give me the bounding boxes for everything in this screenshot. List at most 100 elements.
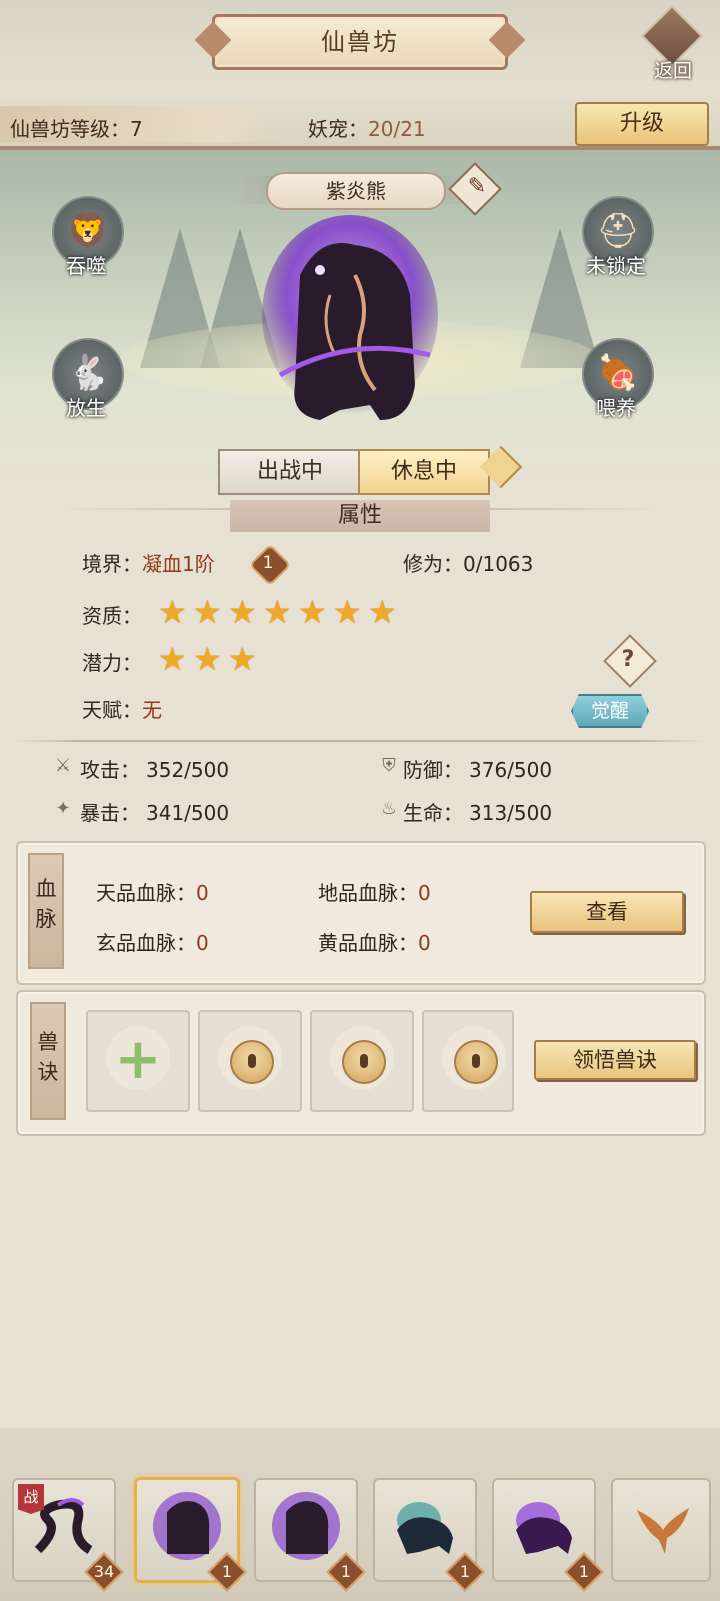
release-label: 放生 (66, 396, 106, 420)
realm-label: 境界： (82, 552, 142, 576)
skill-slot-locked[interactable] (198, 1010, 302, 1112)
pet-card-bear[interactable]: 1 (254, 1478, 366, 1592)
defense-row: 防御： 376/500 (403, 754, 552, 783)
mystic-bloodline: 玄品血脉：0 (96, 927, 209, 956)
lock-hole (472, 1054, 480, 1068)
upgrade-button[interactable]: 升级 (575, 102, 709, 146)
battle-status-toggle: 出战中 休息中 (218, 445, 523, 495)
life-row: 生命： 313/500 (403, 797, 552, 826)
crit-row: 暴击： 341/500 (80, 797, 229, 826)
pet-level: 1 (221, 1562, 233, 1581)
star-icon: ★ (368, 593, 397, 631)
earth-label: 地品血脉： (318, 881, 418, 905)
mystic-value: 0 (196, 931, 209, 955)
realm-value: 凝血1阶 (142, 552, 215, 576)
cultivation-value: 0/1063 (463, 552, 534, 576)
star-icon: ★ (193, 593, 222, 631)
pet-level-badge: 1 (207, 1552, 247, 1592)
battle-tag: 战 (18, 1484, 44, 1514)
bloodline-section-label: 血 脉 (28, 853, 64, 969)
talent-row: 天赋：无 (82, 694, 162, 723)
life-label: 生命： (403, 801, 463, 825)
bloodline-panel: 血 脉 天品血脉：0 地品血脉：0 玄品血脉：0 黄品血脉：0 查看 (16, 841, 706, 985)
bloodline-char-1: 血 (35, 877, 57, 901)
talent-value: 无 (142, 698, 162, 722)
skills-char-2: 诀 (37, 1060, 59, 1084)
attack-value: 352/500 (146, 758, 230, 782)
pet-card-snake[interactable]: 战 34 (12, 1478, 124, 1592)
stats-divider (14, 740, 704, 742)
devour-button[interactable]: 🦁 吞噬 (46, 196, 126, 286)
defense-label: 防御： (403, 758, 463, 782)
skill-slot-locked[interactable] (310, 1010, 414, 1112)
attack-row: 攻击： 352/500 (80, 754, 229, 783)
life-icon: ♨ (380, 798, 398, 819)
pet-count-value: 20/21 (368, 117, 426, 141)
heaven-value: 0 (196, 881, 209, 905)
star-icon: ★ (158, 640, 187, 678)
purple-bear-image (272, 1492, 340, 1560)
realm-row: 境界：凝血1阶 (82, 548, 215, 577)
star-icon: ★ (333, 593, 362, 631)
blue-lion-image (397, 1502, 453, 1554)
pet-card-eagle[interactable] (611, 1478, 711, 1582)
yellow-label: 黄品血脉： (318, 931, 418, 955)
release-button[interactable]: 🐇 放生 (46, 338, 126, 428)
devour-label: 吞噬 (66, 254, 106, 278)
feed-label: 喂养 (596, 396, 636, 420)
cultivation-label: 修为： (403, 552, 463, 576)
lock-button[interactable]: ⛑ 未锁定 (576, 196, 656, 286)
pet-level-badge: 1 (445, 1552, 485, 1592)
lock-label: 未锁定 (586, 254, 646, 278)
pet-count: 妖宠：20/21 (308, 113, 426, 142)
earth-bloodline: 地品血脉：0 (318, 877, 431, 906)
lock-icon (454, 1040, 498, 1084)
level-info: 仙兽坊等级：7 (10, 113, 143, 142)
pet-card-bear-selected[interactable]: 1 (134, 1477, 247, 1592)
question-icon: ? (621, 647, 635, 672)
attack-label: 攻击： (80, 758, 140, 782)
page-title: 仙兽坊 (212, 14, 508, 70)
skills-section-label: 兽 诀 (30, 1002, 66, 1120)
view-bloodline-button[interactable]: 查看 (530, 891, 684, 933)
star-icon: ★ (228, 593, 257, 631)
earth-value: 0 (418, 881, 431, 905)
level-value: 7 (130, 117, 143, 141)
lock-icon (342, 1040, 386, 1084)
pet-level: 34 (93, 1562, 115, 1581)
lock-hole (360, 1054, 368, 1068)
back-button[interactable]: 返回 (640, 4, 706, 82)
skill-slot-add[interactable]: + (86, 1010, 190, 1112)
comprehend-skill-button[interactable]: 领悟兽诀 (534, 1040, 696, 1080)
crit-label: 暴击： (80, 801, 140, 825)
yellow-value: 0 (418, 931, 431, 955)
pet-level-badge: 1 (564, 1552, 604, 1592)
potential-label: 潜力： (82, 651, 142, 675)
feed-button[interactable]: 🍖 喂养 (576, 338, 656, 428)
in-battle-tab[interactable]: 出战中 (218, 449, 360, 495)
potential-stars: ★ ★ ★ (158, 643, 278, 677)
realm-badge: 1 (248, 543, 292, 587)
pet-card-lion-purple[interactable]: 1 (492, 1478, 604, 1592)
cultivation-row: 修为：0/1063 (403, 548, 533, 577)
eagle-image (637, 1508, 689, 1554)
star-icon: ★ (263, 593, 292, 631)
aptitude-stars: ★ ★ ★ ★ ★ ★ ★ (158, 596, 418, 630)
pet-count-label: 妖宠： (308, 117, 368, 141)
bloodline-char-2: 脉 (35, 907, 57, 931)
awaken-button[interactable]: 觉醒 (571, 694, 649, 728)
pet-card-lion-blue[interactable]: 1 (373, 1478, 485, 1592)
purple-bear-image (153, 1492, 221, 1560)
yellow-bloodline: 黄品血脉：0 (318, 927, 431, 956)
lock-icon (230, 1040, 274, 1084)
resting-tab[interactable]: 休息中 (358, 449, 490, 495)
skill-slot-locked[interactable] (422, 1010, 514, 1112)
back-label: 返回 (653, 60, 692, 82)
defense-value: 376/500 (469, 758, 553, 782)
aptitude-label: 资质： (82, 604, 142, 628)
plus-icon: + (114, 1027, 162, 1092)
purple-lion-image (516, 1502, 572, 1554)
pet-name: 紫炎熊 (266, 172, 446, 210)
pet-level: 1 (459, 1562, 471, 1581)
sword-icon: ⚔ (54, 755, 72, 776)
